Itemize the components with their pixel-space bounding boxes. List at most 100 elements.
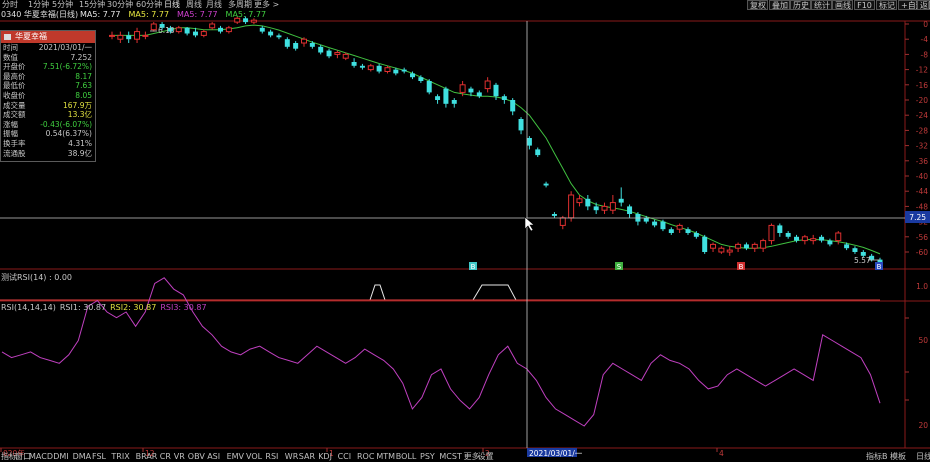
candle-body (702, 236, 708, 252)
toolbar-button[interactable]: 复权 (747, 0, 768, 10)
indicator-tab[interactable]: BOLL (396, 451, 417, 462)
quote-value: -0.43(-6.07%) (40, 119, 92, 129)
indicator-tab[interactable]: CR (160, 451, 171, 462)
candle-body (359, 65, 365, 68)
period-tab[interactable]: 30分钟 (107, 0, 133, 10)
quote-panel[interactable]: 华夏幸福 时间 2021/03/01/一 数值 7.252 开盘价 7.51(-6.72%… (0, 30, 96, 162)
last-price-label: 5.57 (854, 256, 871, 265)
quote-value: 4.31% (68, 138, 92, 148)
signal-marker-label: B (471, 263, 476, 271)
indicator-tab[interactable]: EMV (227, 451, 244, 462)
price-axis-label: -12 (916, 66, 928, 75)
chart-info-bar: 0340 华夏幸福(日线) MA5: 7.77 MA5: 7.77 MA5: 7.7… (0, 10, 930, 20)
period-tab[interactable]: 15分钟 (79, 0, 105, 10)
indicator-tab[interactable]: DMI (53, 451, 68, 462)
indicator-tab[interactable]: DMA (73, 451, 92, 462)
candle-body (326, 50, 332, 57)
candle-body (601, 205, 608, 211)
period-tab[interactable]: 日线 (164, 0, 180, 10)
indicator-tab[interactable]: VOL (246, 451, 262, 462)
toolbar-button[interactable]: 返回 (917, 0, 930, 10)
candle-body (693, 233, 699, 237)
candle-body (726, 249, 733, 253)
indicator-tab[interactable]: ASI (207, 451, 220, 462)
candle-body (318, 46, 324, 53)
indicator-tab[interactable]: VR (174, 451, 185, 462)
indicator-tab[interactable]: 设置 (478, 451, 494, 462)
candle-body (126, 35, 132, 40)
quote-value: 38.9亿 (67, 148, 92, 158)
candle-body (835, 232, 842, 242)
candle-body (551, 214, 557, 216)
indicator-tab[interactable]: MTM (376, 451, 395, 462)
candle-body (418, 77, 424, 81)
candle-body (526, 138, 532, 146)
period-tab[interactable]: 60分钟 (136, 0, 162, 10)
quote-panel-header[interactable]: 华夏幸福 (1, 31, 95, 43)
indicator-tab[interactable]: RSI (265, 451, 278, 462)
signal-marker-label: B (739, 263, 744, 271)
candle-body (443, 88, 449, 104)
candle-body (710, 243, 717, 249)
indicator-tab[interactable]: MCST (439, 451, 461, 462)
quote-value: 7.51(-6.72%) (42, 62, 92, 72)
quote-row: 成交量 167.9万 (1, 101, 95, 111)
indicator-tab[interactable]: KDJ (318, 451, 332, 462)
period-tab[interactable]: 1分钟 (28, 0, 49, 10)
quote-row: 涨幅 -0.43(-6.07%) (1, 120, 95, 130)
indicator-tab[interactable]: TRIX (111, 451, 129, 462)
candle-body (476, 92, 482, 97)
period-tab[interactable]: 月线 (206, 0, 222, 10)
indicator-tab[interactable]: FSL (92, 451, 106, 462)
indicator-tab[interactable]: BRAR (136, 451, 158, 462)
quote-label: 振幅 (3, 129, 18, 139)
candle-body (218, 27, 224, 32)
quote-row: 收盘价 8.05 (1, 91, 95, 101)
price-axis-label: -48 (916, 202, 928, 211)
period-tab[interactable]: 更多 > (254, 0, 279, 10)
quote-row: 最高价 8.17 (1, 72, 95, 82)
period-tab[interactable]: 周线 (186, 0, 202, 10)
bottom-right-button[interactable]: 模板 (890, 451, 906, 462)
bottom-right-button[interactable]: 指标B (866, 451, 888, 462)
toolbar-button[interactable]: 统计 (811, 0, 832, 10)
candle-body (109, 34, 115, 37)
quote-value: 13.3亿 (67, 110, 92, 120)
bottom-right-button[interactable]: 日线 (916, 451, 930, 462)
toolbar-button[interactable]: 标记 (876, 0, 897, 10)
candle-body (301, 38, 307, 44)
period-tab[interactable]: 分时 (2, 0, 18, 10)
candle-body (225, 27, 232, 33)
indicator-tab[interactable]: MACD (29, 451, 53, 462)
period-tab[interactable]: 多周期 (228, 0, 252, 10)
toolbar-button[interactable]: 历史 (790, 0, 811, 10)
indicator-tab[interactable]: CCI (338, 451, 352, 462)
candle-body (426, 81, 432, 93)
candle-body (334, 52, 341, 55)
quote-row: 数值 7.252 (1, 53, 95, 63)
period-tab[interactable]: 5分钟 (52, 0, 73, 10)
period-tab-bar: 分时 1分钟 5分钟 15分钟 30分钟 60分钟 日线 周线 月线 多周期 更多 > 复权 叠加 历史统… (0, 0, 930, 10)
candle-body (293, 43, 299, 49)
quote-row: 时间 2021/03/01/一 (1, 43, 95, 53)
price-axis-label: -8 (921, 50, 929, 59)
candle-body (342, 53, 349, 59)
indicator-tab[interactable]: OBV (188, 451, 205, 462)
price-axis-label: 0 (923, 20, 928, 29)
candle-body (627, 206, 633, 214)
toolbar-button[interactable]: 叠加 (769, 0, 790, 10)
candle-body (768, 224, 775, 242)
candle-body (718, 247, 725, 253)
kline-chart-canvas[interactable]: 0-4-8-12-16-20-24-28-32-36-40-44-48-52-5… (0, 0, 930, 462)
indicator-tab[interactable]: ROC (357, 451, 374, 462)
toolbar-button[interactable]: +自选 (898, 0, 924, 10)
candle-body (200, 31, 207, 36)
indicator-tab[interactable]: WR (285, 451, 298, 462)
price-axis-label: -40 (916, 172, 928, 181)
toolbar-button[interactable]: F10 (854, 0, 875, 10)
indicator-tab[interactable]: SAR (299, 451, 315, 462)
indicator-tab[interactable]: PSY (420, 451, 435, 462)
toolbar-button[interactable]: 画线 (832, 0, 853, 10)
indicator2-legend: RSI(14,14,14) RSI1: 30.87 RSI2: 30.87 RSI3:… (1, 303, 215, 312)
candle-body (259, 27, 265, 32)
